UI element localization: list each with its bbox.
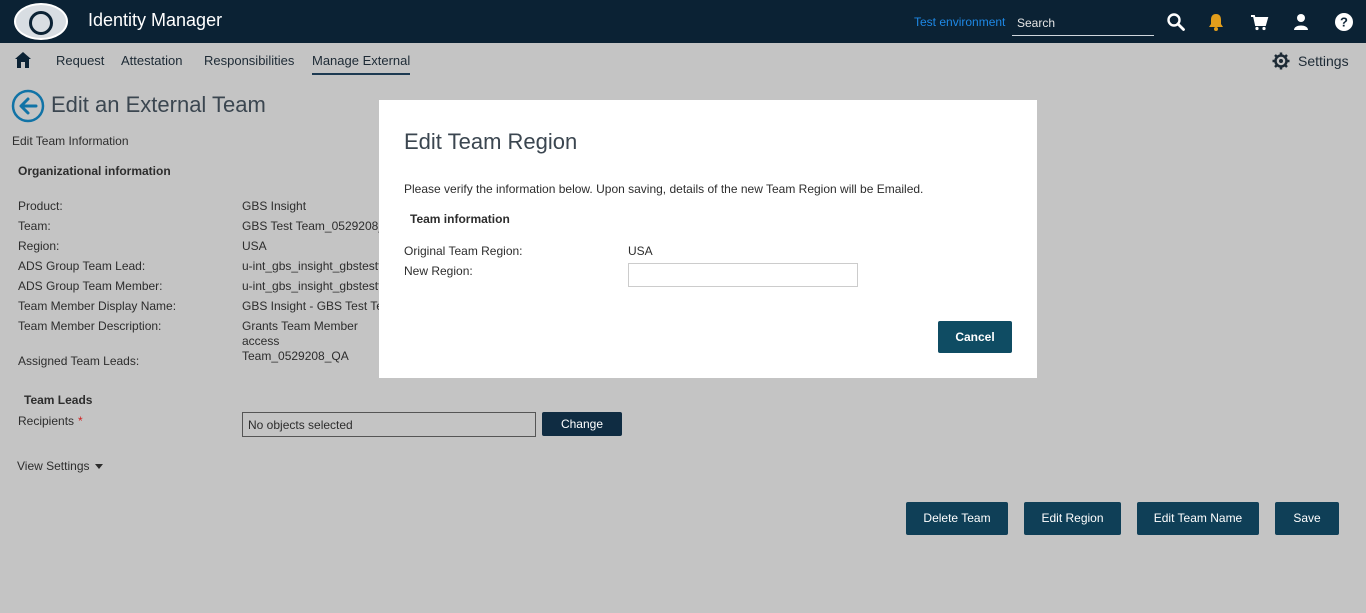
description-label: Team Member Description: (18, 319, 162, 333)
user-icon[interactable] (1291, 12, 1311, 32)
original-region-value: USA (628, 244, 653, 258)
assigned-team-leads-label: Assigned Team Leads: (18, 354, 140, 368)
settings-link[interactable]: Settings (1298, 53, 1349, 69)
top-bar: Identity Manager Test environment ? (0, 0, 1366, 43)
delete-team-button[interactable]: Delete Team (906, 502, 1008, 535)
view-settings-dropdown[interactable]: View Settings (17, 459, 103, 473)
display-name-label: Team Member Display Name: (18, 299, 177, 313)
recipients-label: Recipients * (18, 414, 83, 428)
nav-item-request[interactable]: Request (56, 53, 104, 68)
dialog-title: Edit Team Region (404, 129, 578, 154)
org-info-heading: Organizational information (18, 164, 171, 178)
team-label: Team: (18, 219, 51, 233)
caret-down-icon (94, 464, 103, 470)
ads-lead-value: u-int_gbs_insight_gbstestteam (242, 259, 382, 273)
company-logo (14, 3, 68, 40)
save-button[interactable]: Save (1275, 502, 1339, 535)
team-value: GBS Test Team_0529208_QA (242, 219, 382, 233)
description-value: Grants Team Member access Team_0529208_Q… (242, 319, 358, 363)
cart-icon[interactable] (1249, 12, 1269, 32)
recipients-label-text: Recipients (18, 414, 75, 428)
nav-item-manage-external[interactable]: Manage External (312, 53, 411, 75)
product-value: GBS Insight (242, 199, 307, 213)
svg-text:?: ? (1340, 15, 1348, 30)
team-leads-heading: Team Leads (24, 393, 93, 407)
environment-link[interactable]: Test environment (914, 15, 1005, 29)
ads-member-label: ADS Group Team Member: (18, 279, 163, 293)
page-subtitle: Edit Team Information (12, 134, 129, 148)
back-arrow-icon[interactable] (11, 89, 45, 123)
region-value: USA (242, 239, 267, 253)
page-title: Edit an External Team (51, 92, 266, 117)
view-settings-label: View Settings (17, 459, 90, 473)
app-title: Identity Manager (88, 10, 223, 30)
gear-icon[interactable] (1272, 52, 1290, 70)
region-label: Region: (18, 239, 60, 253)
new-region-label: New Region: (404, 264, 473, 278)
dialog-description: Please verify the information below. Upo… (404, 182, 924, 196)
home-icon[interactable] (14, 51, 32, 69)
search-icon[interactable] (1166, 12, 1186, 32)
display-name-value: GBS Insight - GBS Test Team (242, 299, 382, 313)
ads-lead-label: ADS Group Team Lead: (18, 259, 146, 273)
nav-item-attestation[interactable]: Attestation (121, 53, 182, 68)
new-region-input[interactable] (628, 263, 858, 287)
change-button[interactable]: Change (542, 412, 622, 436)
recipients-field[interactable]: No objects selected (242, 412, 536, 437)
edit-team-name-button[interactable]: Edit Team Name (1137, 502, 1259, 535)
original-region-label: Original Team Region: (404, 244, 523, 258)
cancel-button[interactable]: Cancel (938, 321, 1012, 353)
ads-member-value: u-int_gbs_insight_gbstestteam (242, 279, 382, 293)
edit-team-region-dialog: Edit Team Region Please verify the infor… (379, 100, 1037, 378)
team-information-heading: Team information (410, 212, 510, 226)
nav-item-responsibilities[interactable]: Responsibilities (204, 53, 294, 68)
bell-icon[interactable] (1206, 12, 1226, 32)
edit-region-button[interactable]: Edit Region (1024, 502, 1121, 535)
help-icon[interactable]: ? (1334, 12, 1354, 32)
required-marker: * (78, 414, 83, 428)
nav-bar: Request Attestation Responsibilities Man… (0, 43, 1366, 79)
search-input[interactable] (1012, 11, 1154, 36)
product-label: Product: (18, 199, 63, 213)
